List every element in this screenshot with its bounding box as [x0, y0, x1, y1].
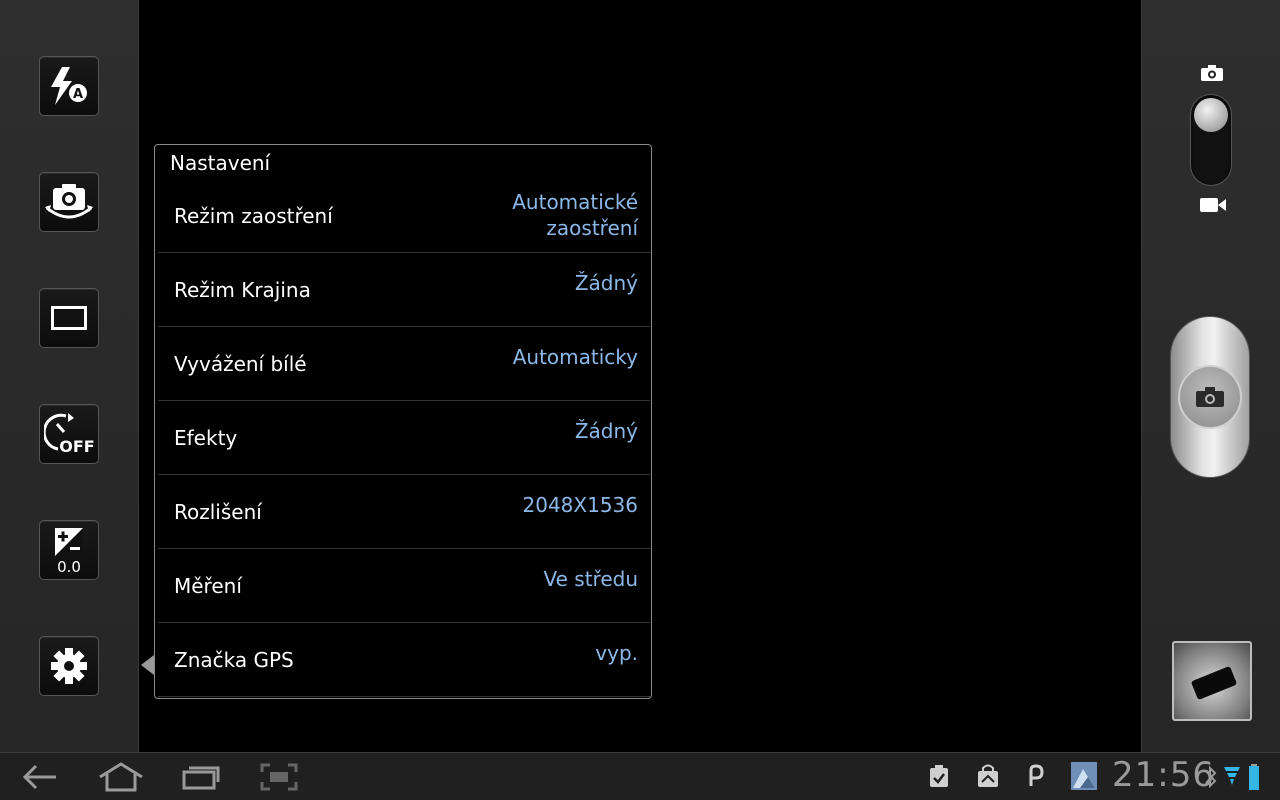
setting-label: Měření	[174, 573, 242, 598]
settings-pointer	[141, 655, 154, 675]
shutter-ring	[1178, 365, 1242, 429]
right-toolbar	[1141, 0, 1280, 752]
gallery-icon[interactable]	[1070, 761, 1098, 791]
p-icon[interactable]	[1028, 764, 1044, 788]
bluetooth-icon	[1205, 765, 1217, 789]
setting-focus-mode[interactable]: Režim zaostření Automatické zaostření	[158, 179, 650, 253]
exposure-value: 0.0	[57, 558, 81, 576]
camera-icon	[1201, 65, 1223, 81]
setting-value: Ve středu	[543, 567, 638, 591]
gallery-thumbnail[interactable]	[1172, 641, 1252, 721]
settings-button[interactable]	[39, 636, 99, 696]
settings-title: Nastavení	[170, 151, 271, 175]
wifi-icon	[1224, 767, 1240, 785]
setting-label: Efekty	[174, 425, 238, 450]
setting-value: vyp.	[595, 641, 638, 665]
setting-white-balance[interactable]: Vyvážení bílé Automaticky	[158, 327, 650, 401]
setting-value: Žádný	[574, 271, 638, 295]
setting-value-line1: Automatické	[512, 190, 638, 214]
setting-value-line2: zaostření	[546, 216, 638, 240]
exposure-button[interactable]: 0.0	[39, 520, 99, 580]
setting-label: Rozlišení	[174, 499, 262, 524]
battery-icon	[1249, 764, 1259, 790]
svg-text:A: A	[73, 87, 83, 102]
back-button[interactable]	[22, 761, 58, 793]
flash-auto-button[interactable]: A	[39, 56, 99, 116]
setting-metering[interactable]: Měření Ve středu	[158, 549, 650, 623]
screenshot-button[interactable]	[260, 761, 298, 793]
flash-auto-icon: A	[51, 67, 87, 105]
left-toolbar: A OFF 0.0	[0, 0, 139, 752]
shopping-bag-icon[interactable]	[976, 764, 1000, 788]
setting-value: Žádný	[574, 419, 638, 443]
toggle-knob[interactable]	[1194, 98, 1228, 132]
setting-value: 2048X1536	[522, 493, 639, 517]
settings-panel: Nastavení Režim zaostření Automatické za…	[154, 144, 652, 699]
single-shot-icon	[51, 306, 87, 330]
setting-label: Režim zaostření	[174, 203, 333, 228]
shooting-mode-button[interactable]	[39, 288, 99, 348]
setting-label: Vyvážení bílé	[174, 351, 307, 376]
setting-scene-mode[interactable]: Režim Krajina Žádný	[158, 253, 650, 327]
back-icon	[22, 764, 56, 790]
setting-resolution[interactable]: Rozlišení 2048X1536	[158, 475, 650, 549]
clipboard-icon[interactable]	[928, 764, 950, 788]
svg-text:OFF: OFF	[59, 437, 94, 456]
timer-off-icon: OFF	[44, 413, 94, 456]
clock: 21:56	[1112, 755, 1215, 795]
video-icon	[1200, 198, 1226, 212]
setting-label: Režim Krajina	[174, 277, 311, 302]
shutter-button[interactable]	[1170, 316, 1250, 478]
setting-value: Automaticky	[512, 345, 638, 369]
recent-apps-icon	[182, 766, 220, 790]
camera-icon	[1196, 387, 1224, 407]
timer-button[interactable]: OFF	[39, 404, 99, 464]
thumbnail-image	[1190, 665, 1238, 701]
home-icon	[99, 762, 143, 792]
system-bar: 21:56	[0, 752, 1280, 800]
setting-label: Značka GPS	[174, 647, 294, 672]
home-button[interactable]	[98, 761, 144, 793]
setting-gps-tag[interactable]: Značka GPS vyp.	[158, 623, 650, 697]
camera-video-toggle[interactable]	[1190, 94, 1232, 186]
setting-effects[interactable]: Efekty Žádný	[158, 401, 650, 475]
gear-icon	[51, 648, 87, 684]
camera-switch-icon	[45, 184, 93, 219]
setting-value: Automatické zaostření	[512, 189, 638, 241]
screenshot-icon	[260, 763, 298, 791]
exposure-icon	[55, 528, 83, 556]
recent-apps-button[interactable]	[182, 761, 220, 793]
camera-switch-button[interactable]	[39, 172, 99, 232]
